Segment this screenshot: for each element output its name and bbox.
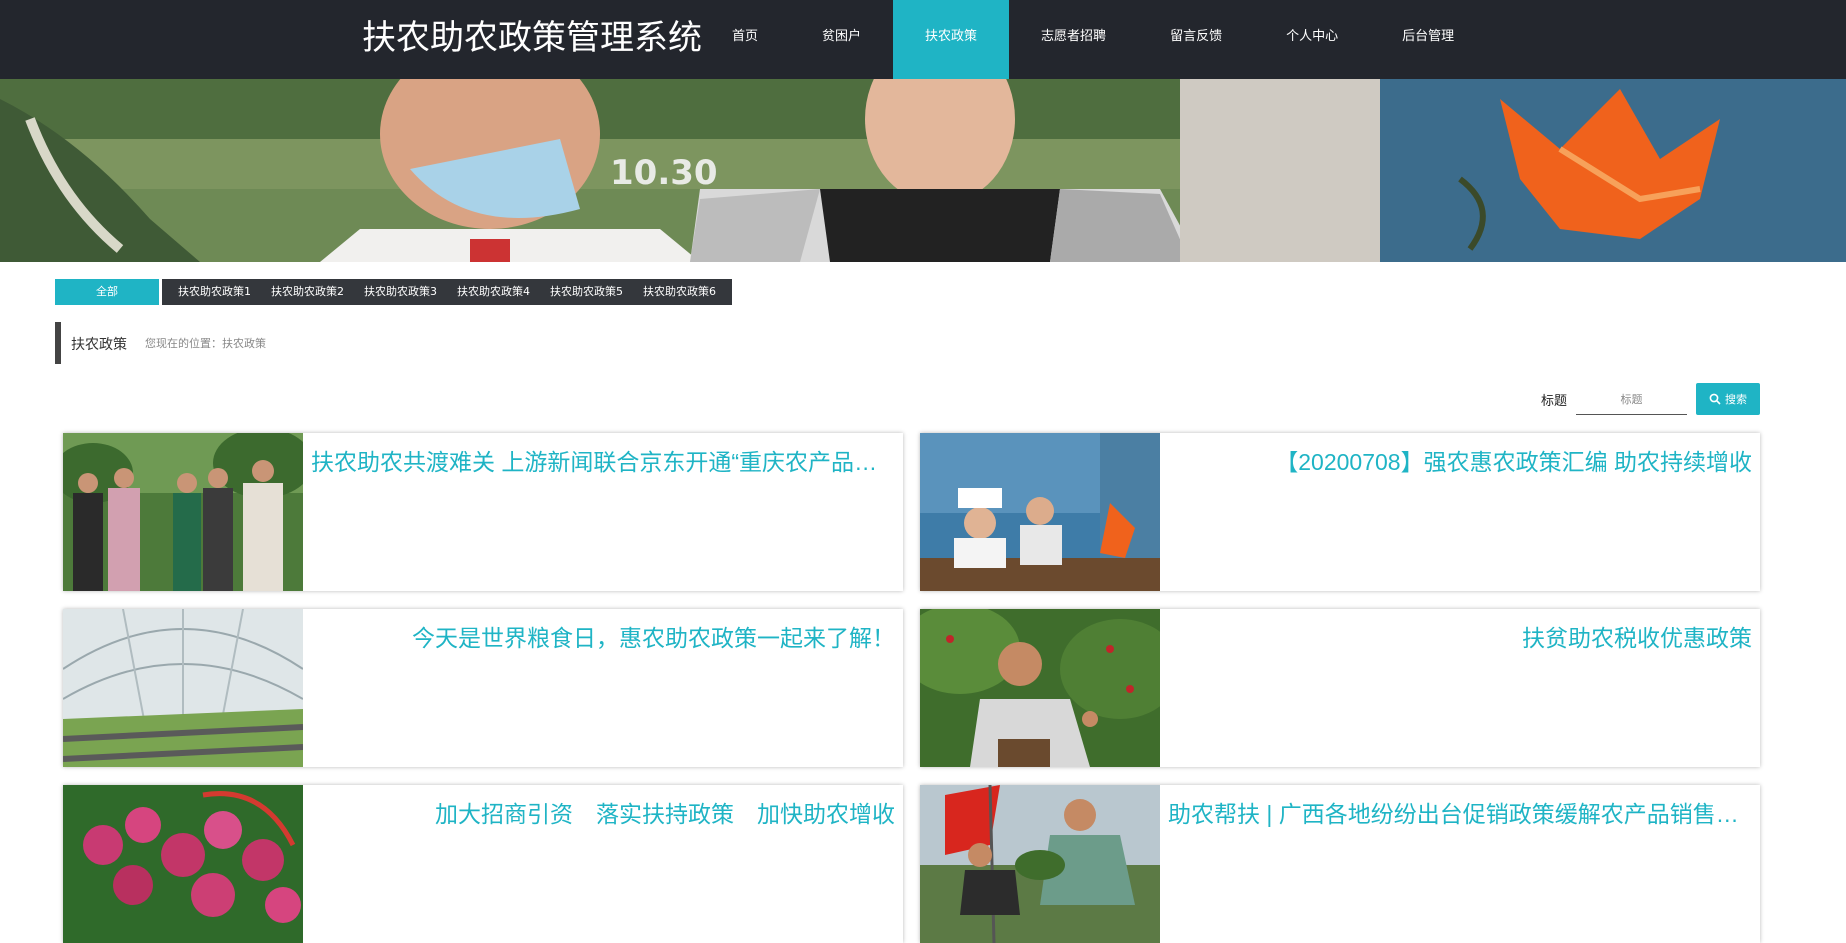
article-card[interactable]: 助农帮扶 | 广西各地纷纷出台促销政策缓解农产品销售难题 — [920, 785, 1760, 943]
category-item-4[interactable]: 扶农助农政策4 — [447, 279, 540, 305]
nav-item-volunteer-recruitment[interactable]: 志愿者招聘 — [1009, 0, 1138, 79]
search-icon — [1709, 393, 1721, 405]
main-nav: 首页 贫困户 扶农政策 志愿者招聘 留言反馈 个人中心 后台管理 — [700, 0, 1486, 79]
category-item-3[interactable]: 扶农助农政策3 — [354, 279, 447, 305]
category-all[interactable]: 全部 — [55, 279, 159, 305]
article-thumbnail — [63, 785, 303, 943]
article-thumbnail — [920, 433, 1160, 591]
category-group: 扶农助农政策1 扶农助农政策2 扶农助农政策3 扶农助农政策4 扶农助农政策5 … — [162, 279, 732, 305]
nav-item-personal-center[interactable]: 个人中心 — [1254, 0, 1370, 79]
banner-carousel[interactable]: 10.30 — [0, 79, 1846, 262]
site-title: 扶农助农政策管理系统 — [362, 18, 702, 58]
article-thumbnail — [63, 609, 303, 767]
search-button-label: 搜索 — [1725, 393, 1747, 406]
category-item-1[interactable]: 扶农助农政策1 — [168, 279, 261, 305]
article-card[interactable]: 扶农助农共渡难关 上游新闻联合京东开通“重庆农产品扶贫馆” — [63, 433, 903, 591]
article-title[interactable]: 扶贫助农税收优惠政策 — [1168, 619, 1752, 653]
article-thumbnail — [920, 609, 1160, 767]
search-field-label: 标题 — [1541, 394, 1568, 409]
article-thumbnail — [63, 433, 303, 591]
article-title[interactable]: 扶农助农共渡难关 上游新闻联合京东开通“重庆农产品扶贫馆” — [311, 443, 895, 477]
article-card[interactable]: 加大招商引资 落实扶持政策 加快助农增收 — [63, 785, 903, 943]
article-title[interactable]: 今天是世界粮食日，惠农助农政策一起来了解！ — [311, 619, 895, 653]
article-card[interactable]: 今天是世界粮食日，惠农助农政策一起来了解！ — [63, 609, 903, 767]
search-input[interactable] — [1576, 384, 1687, 415]
search-button[interactable]: 搜索 — [1696, 383, 1760, 415]
category-item-6[interactable]: 扶农助农政策6 — [633, 279, 726, 305]
article-title[interactable]: 助农帮扶 | 广西各地纷纷出台促销政策缓解农产品销售难题 — [1168, 795, 1752, 829]
article-thumbnail — [920, 785, 1160, 943]
category-item-5[interactable]: 扶农助农政策5 — [540, 279, 633, 305]
nav-item-admin[interactable]: 后台管理 — [1370, 0, 1486, 79]
article-card[interactable]: 【20200708】强农惠农政策汇编 助农持续增收 — [920, 433, 1760, 591]
top-navbar: 扶农助农政策管理系统 首页 贫困户 扶农政策 志愿者招聘 留言反馈 个人中心 后… — [0, 0, 1846, 79]
page-title: 扶农政策 — [71, 337, 127, 353]
nav-item-feedback[interactable]: 留言反馈 — [1138, 0, 1254, 79]
category-item-2[interactable]: 扶农助农政策2 — [261, 279, 354, 305]
breadcrumb-location: 您现在的位置：扶农政策 — [145, 337, 266, 350]
banner-image: 10.30 — [0, 79, 1846, 262]
article-card[interactable]: 扶贫助农税收优惠政策 — [920, 609, 1760, 767]
nav-item-poor-households[interactable]: 贫困户 — [790, 0, 893, 79]
breadcrumb: 扶农政策 您现在的位置：扶农政策 — [55, 322, 266, 364]
article-title[interactable]: 加大招商引资 落实扶持政策 加快助农增收 — [311, 795, 895, 829]
nav-item-home[interactable]: 首页 — [700, 0, 790, 79]
svg-text:10.30: 10.30 — [610, 153, 718, 193]
nav-item-policies[interactable]: 扶农政策 — [893, 0, 1010, 79]
category-filter-bar: 全部 扶农助农政策1 扶农助农政策2 扶农助农政策3 扶农助农政策4 扶农助农政… — [55, 279, 732, 305]
article-title[interactable]: 【20200708】强农惠农政策汇编 助农持续增收 — [1168, 443, 1752, 477]
